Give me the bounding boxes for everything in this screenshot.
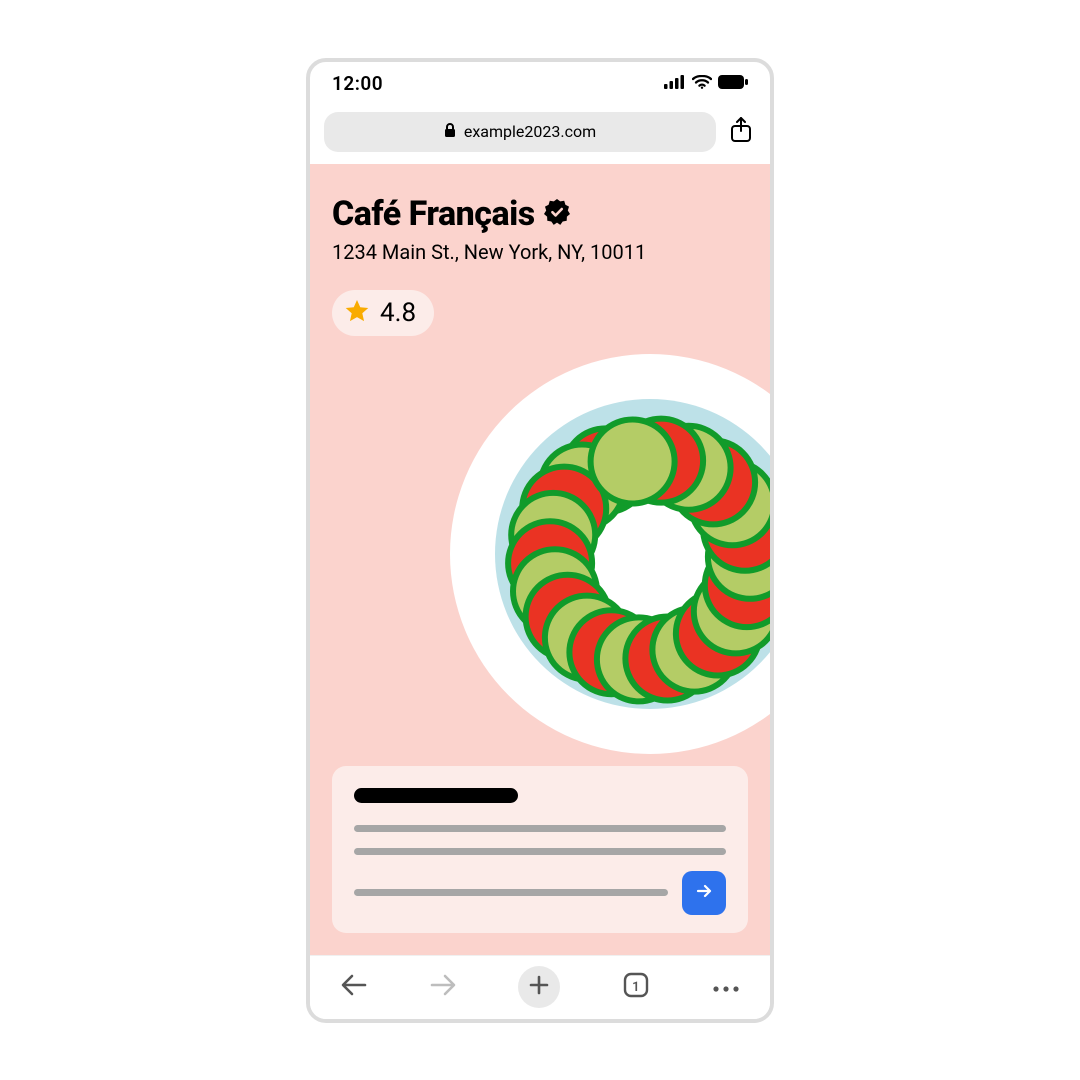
card-heading-placeholder bbox=[354, 788, 518, 803]
url-text: example2023.com bbox=[464, 122, 596, 141]
wifi-icon bbox=[692, 74, 712, 93]
listing-title: Café Français bbox=[332, 194, 535, 234]
listing-header: Café Français 1234 Main St., New York, N… bbox=[310, 164, 770, 264]
nav-tabs-button[interactable]: 1 bbox=[621, 972, 651, 1002]
card-text-line bbox=[354, 889, 668, 896]
lock-icon bbox=[444, 122, 456, 141]
status-bar: 12:00 bbox=[310, 62, 770, 106]
arrow-right-icon bbox=[695, 882, 713, 904]
arrow-right-icon bbox=[429, 982, 457, 1001]
more-icon bbox=[712, 978, 740, 997]
star-icon bbox=[344, 298, 370, 328]
phone-frame: 12:00 bbox=[306, 58, 774, 1023]
page-content: Café Français 1234 Main St., New York, N… bbox=[310, 164, 770, 955]
share-button[interactable] bbox=[726, 117, 756, 147]
signal-icon bbox=[664, 74, 686, 93]
status-indicators bbox=[664, 74, 748, 93]
card-text-line bbox=[354, 825, 726, 832]
browser-nav: 1 bbox=[310, 955, 770, 1019]
nav-new-tab-button[interactable] bbox=[518, 966, 560, 1008]
arrow-left-icon bbox=[340, 982, 368, 1001]
card-text-line bbox=[354, 848, 726, 855]
browser-url-row: example2023.com bbox=[310, 106, 770, 164]
share-icon bbox=[730, 117, 752, 147]
cta-button[interactable] bbox=[682, 871, 726, 915]
status-time: 12:00 bbox=[332, 72, 383, 95]
nav-forward-button[interactable] bbox=[429, 973, 457, 1001]
rating-badge: 4.8 bbox=[332, 290, 434, 336]
verified-badge-icon bbox=[543, 198, 571, 230]
url-bar[interactable]: example2023.com bbox=[324, 112, 716, 152]
food-illustration bbox=[440, 344, 770, 768]
rating-value: 4.8 bbox=[380, 298, 416, 328]
info-card bbox=[332, 766, 748, 933]
tab-count: 1 bbox=[632, 980, 639, 995]
nav-back-button[interactable] bbox=[340, 973, 368, 1001]
plus-icon bbox=[529, 975, 549, 999]
nav-more-button[interactable] bbox=[712, 978, 740, 997]
listing-address: 1234 Main St., New York, NY, 10011 bbox=[332, 240, 748, 264]
battery-icon bbox=[718, 74, 748, 93]
